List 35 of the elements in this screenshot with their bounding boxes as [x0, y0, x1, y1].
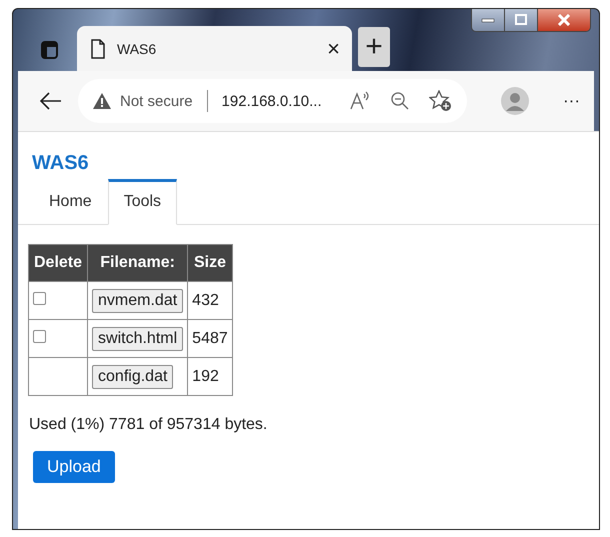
minimize-icon — [481, 17, 495, 23]
close-button[interactable] — [538, 9, 590, 31]
nav-tab[interactable]: Tools — [108, 179, 178, 225]
filename-button[interactable]: switch.html — [92, 326, 184, 350]
upload-button[interactable]: Upload — [33, 451, 115, 483]
back-icon[interactable] — [40, 92, 62, 110]
security-label[interactable]: Not secure — [120, 92, 193, 110]
column-header: Delete — [28, 244, 88, 282]
delete-checkbox[interactable] — [33, 292, 46, 304]
column-header: Filename: — [88, 244, 188, 282]
site-title: WAS6 — [31, 151, 89, 175]
maximize-icon — [514, 14, 528, 26]
filename-button[interactable]: config.dat — [92, 364, 174, 388]
column-header: Size — [188, 244, 232, 282]
warning-icon[interactable] — [92, 92, 112, 110]
profile-avatar-icon[interactable] — [501, 87, 530, 115]
read-aloud-icon[interactable] — [349, 91, 372, 111]
size-cell: 192 — [188, 358, 232, 396]
minimize-button[interactable] — [472, 9, 505, 31]
close-tab-button[interactable]: × — [327, 38, 340, 60]
more-menu-button[interactable]: ··· — [563, 91, 580, 111]
size-cell: 5487 — [188, 320, 232, 358]
filename-button[interactable]: nvmem.dat — [92, 288, 184, 312]
usage-text: Used (1%) 7781 of 957314 bytes. — [29, 416, 268, 434]
tab-title: WAS6 — [117, 40, 158, 56]
delete-checkbox[interactable] — [33, 330, 46, 342]
page-icon — [91, 38, 105, 58]
favorite-add-icon[interactable] — [429, 90, 454, 112]
nav-tab[interactable]: Home — [33, 179, 108, 225]
close-icon — [557, 14, 571, 26]
new-tab-button[interactable]: + — [358, 27, 390, 67]
address-text[interactable]: 192.168.0.10... — [222, 92, 342, 110]
browser-tab[interactable]: WAS6 × — [77, 26, 352, 71]
size-cell: 432 — [188, 282, 232, 320]
maximize-button[interactable] — [505, 9, 538, 31]
